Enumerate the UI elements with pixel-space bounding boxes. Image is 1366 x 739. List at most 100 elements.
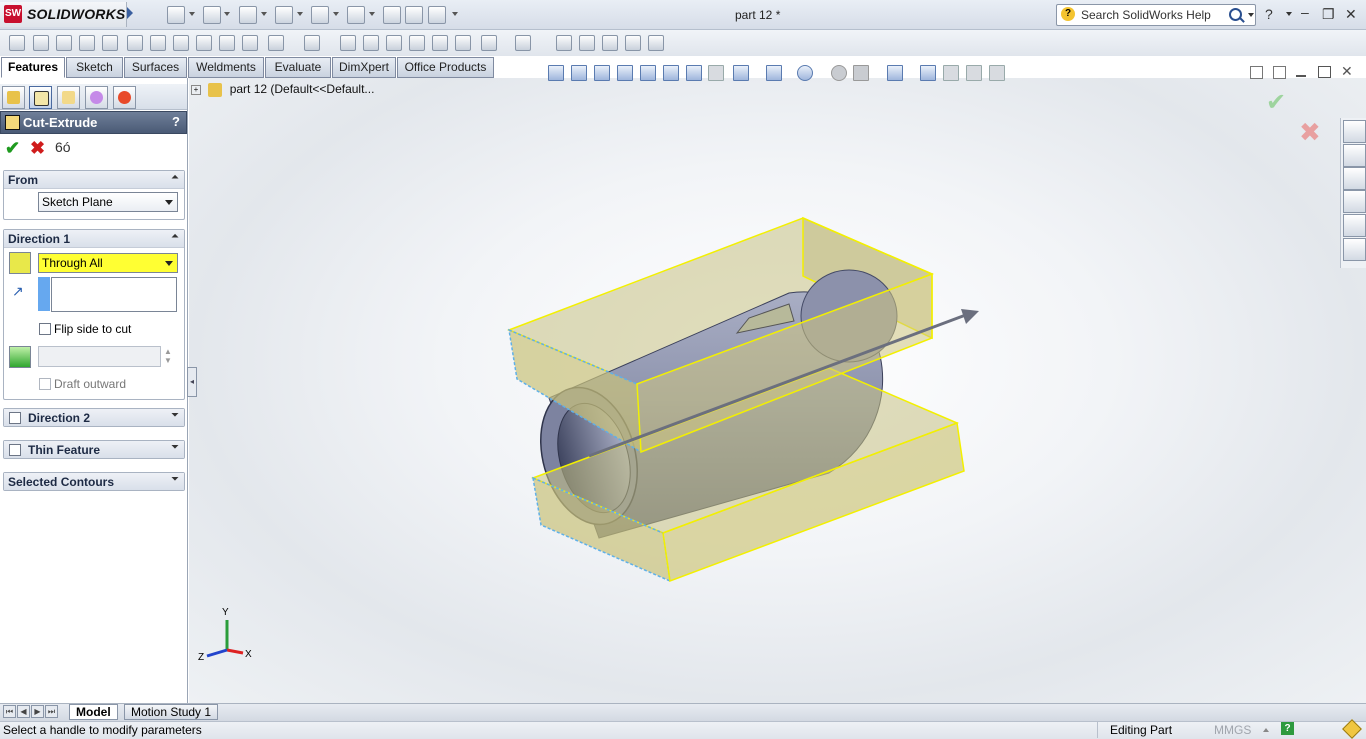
- lofted-cut-icon[interactable]: [219, 35, 235, 51]
- tab-office-products[interactable]: Office Products: [397, 57, 494, 78]
- viewport-minimize-icon[interactable]: [1296, 75, 1306, 77]
- tab-evaluate[interactable]: Evaluate: [265, 57, 331, 78]
- first-tab-icon[interactable]: ⏮: [3, 705, 16, 718]
- draft-toggle-icon[interactable]: [9, 346, 31, 368]
- from-select[interactable]: Sketch Plane: [38, 192, 178, 212]
- previous-tab-icon[interactable]: ◀: [17, 705, 30, 718]
- display-manager-tab[interactable]: [113, 86, 136, 109]
- expand-icon[interactable]: ⏷: [171, 474, 179, 485]
- dimxpert-manager-tab[interactable]: [85, 86, 108, 109]
- open-dropdown-icon[interactable]: [224, 12, 230, 16]
- model-view[interactable]: Y X Z: [189, 78, 1366, 703]
- tab-model[interactable]: Model: [69, 704, 118, 720]
- undo-dropdown-icon[interactable]: [333, 12, 339, 16]
- collapse-icon[interactable]: ⏶: [171, 172, 179, 183]
- draft-outward-checkbox[interactable]: [39, 378, 51, 390]
- lofted-boss-icon[interactable]: [79, 35, 95, 51]
- undo-icon[interactable]: [311, 6, 329, 24]
- boundary-boss-icon[interactable]: [102, 35, 118, 51]
- draft-icon[interactable]: [363, 35, 379, 51]
- options-icon[interactable]: [428, 6, 446, 24]
- direction2-checkbox[interactable]: [9, 412, 21, 424]
- draft-angle-input[interactable]: [38, 346, 161, 367]
- select-cursor-icon[interactable]: [347, 6, 365, 24]
- thin-feature-group[interactable]: Thin Feature ⏷: [3, 440, 185, 459]
- help-icon[interactable]: ?: [172, 114, 180, 129]
- fillet-icon[interactable]: [268, 35, 284, 51]
- from-group-header[interactable]: From ⏶: [4, 171, 184, 189]
- direction1-group-header[interactable]: Direction 1 ⏶: [4, 230, 184, 248]
- revolved-cut-icon[interactable]: [173, 35, 189, 51]
- select-dropdown-icon[interactable]: [369, 12, 375, 16]
- draft-angle-spinner[interactable]: ▲ ▼: [164, 347, 172, 365]
- hole-wizard-icon[interactable]: [150, 35, 166, 51]
- reverse-direction-icon[interactable]: [9, 252, 31, 274]
- thin-feature-checkbox[interactable]: [9, 444, 21, 456]
- print-dropdown-icon[interactable]: [297, 12, 303, 16]
- tab-surfaces[interactable]: Surfaces: [124, 57, 187, 78]
- deform-icon[interactable]: [602, 35, 618, 51]
- tab-motion-study[interactable]: Motion Study 1: [124, 704, 219, 720]
- mirror-icon[interactable]: [455, 35, 471, 51]
- collapse-icon[interactable]: ⏶: [171, 231, 179, 242]
- file-properties-icon[interactable]: [405, 6, 423, 24]
- direction2-group[interactable]: Direction 2 ⏷: [3, 408, 185, 427]
- search-dropdown-icon[interactable]: [1248, 13, 1254, 17]
- expand-icon[interactable]: ⏷: [171, 442, 179, 453]
- tab-dimxpert[interactable]: DimXpert: [332, 57, 396, 78]
- direction-arrow-head[interactable]: [961, 309, 979, 324]
- open-folder-icon[interactable]: [203, 6, 221, 24]
- view-palette-icon[interactable]: [1343, 190, 1366, 213]
- panel-collapse-handle[interactable]: ◂: [187, 367, 197, 397]
- ok-button[interactable]: ✔: [5, 138, 20, 159]
- extruded-boss-icon[interactable]: [9, 35, 25, 51]
- appearances-icon[interactable]: [1343, 214, 1366, 237]
- boundary-cut-icon[interactable]: [242, 35, 258, 51]
- status-units[interactable]: MMGS: [1214, 723, 1251, 737]
- viewport-restore-icon[interactable]: [1318, 66, 1331, 78]
- last-tab-icon[interactable]: ⏭: [45, 705, 58, 718]
- freeform-icon[interactable]: [579, 35, 595, 51]
- wrap-icon[interactable]: [409, 35, 425, 51]
- indent-icon[interactable]: [625, 35, 641, 51]
- design-library-icon[interactable]: [1343, 144, 1366, 167]
- menu-expand-icon[interactable]: [127, 7, 133, 19]
- rib-icon[interactable]: [340, 35, 356, 51]
- tab-sketch[interactable]: Sketch: [66, 57, 123, 78]
- swept-cut-icon[interactable]: [196, 35, 212, 51]
- options-dropdown-icon[interactable]: [452, 12, 458, 16]
- save-icon[interactable]: [239, 6, 257, 24]
- tab-features[interactable]: Features: [1, 57, 65, 78]
- rebuild-icon[interactable]: [383, 6, 401, 24]
- restore-icon[interactable]: ❐: [1322, 6, 1335, 23]
- property-manager-tab[interactable]: [29, 86, 52, 109]
- new-dropdown-icon[interactable]: [189, 12, 195, 16]
- search-icon[interactable]: [1229, 8, 1242, 21]
- dome-icon[interactable]: [432, 35, 448, 51]
- quick-tips-icon[interactable]: ?: [1281, 722, 1294, 735]
- search-help-field[interactable]: ? Search SolidWorks Help: [1056, 4, 1256, 26]
- minimize-icon[interactable]: –: [1301, 4, 1309, 20]
- flip-side-checkbox[interactable]: [39, 323, 51, 335]
- revolved-boss-icon[interactable]: [33, 35, 49, 51]
- reference-geometry-icon[interactable]: [481, 35, 497, 51]
- instant3d-icon[interactable]: [556, 35, 572, 51]
- print-icon[interactable]: [275, 6, 293, 24]
- cancel-button[interactable]: ✖: [30, 138, 45, 159]
- save-dropdown-icon[interactable]: [261, 12, 267, 16]
- detailed-preview-icon[interactable]: 6ó: [55, 139, 71, 155]
- close-icon[interactable]: ✕: [1345, 6, 1357, 23]
- tab-weldments[interactable]: Weldments: [188, 57, 264, 78]
- resources-home-icon[interactable]: [1343, 120, 1366, 143]
- feature-manager-tab[interactable]: [2, 86, 25, 109]
- extruded-cut-icon[interactable]: [127, 35, 143, 51]
- swept-boss-icon[interactable]: [56, 35, 72, 51]
- file-explorer-icon[interactable]: [1343, 167, 1366, 190]
- configuration-manager-tab[interactable]: [57, 86, 80, 109]
- selected-contours-group[interactable]: Selected Contours ⏷: [3, 472, 185, 491]
- next-tab-icon[interactable]: ▶: [31, 705, 44, 718]
- direction-selection-box[interactable]: [51, 277, 177, 312]
- linear-pattern-icon[interactable]: [304, 35, 320, 51]
- help-dropdown-icon[interactable]: [1286, 12, 1292, 16]
- help-icon[interactable]: ?: [1265, 6, 1273, 22]
